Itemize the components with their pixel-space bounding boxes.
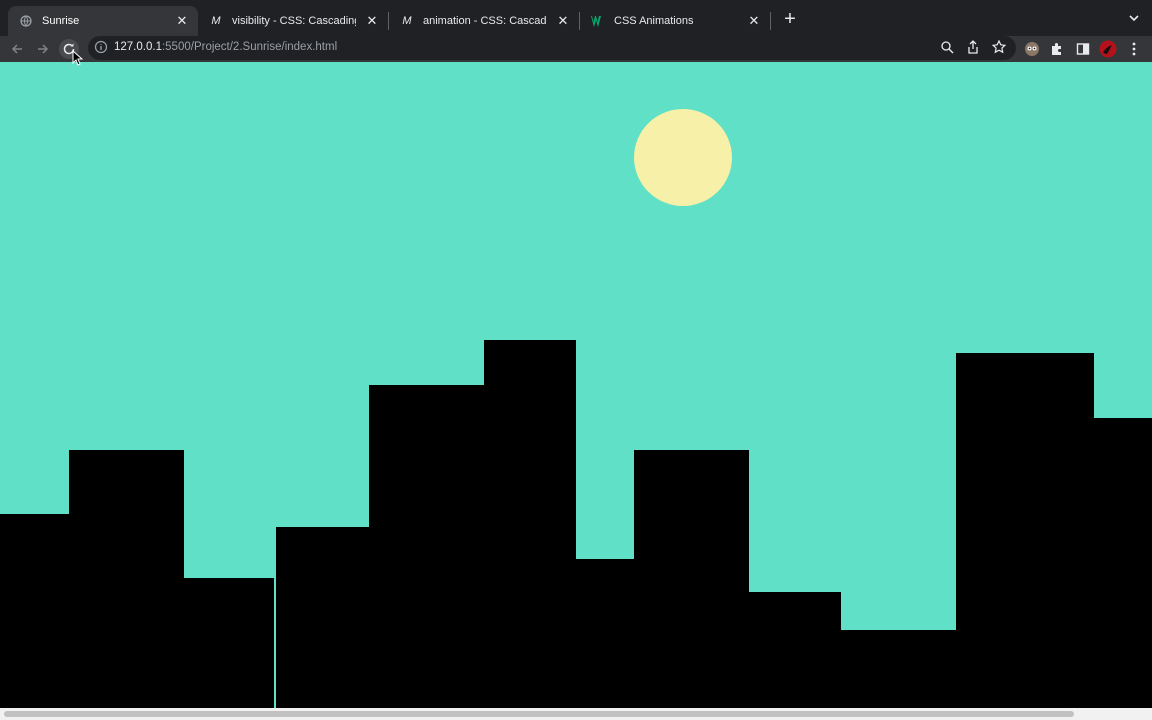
url-host: 127.0.0.1 (114, 41, 162, 53)
back-button[interactable] (7, 39, 27, 59)
tab-css-animations[interactable]: CSS Animations ✕ (580, 6, 770, 36)
extensions-puzzle-icon[interactable] (1048, 40, 1066, 58)
extension-avatar-icon[interactable] (1023, 40, 1041, 58)
building (69, 450, 184, 720)
tab-strip: Sunrise ✕ M visibility - CSS: Cascading … (0, 0, 1152, 36)
tab-title: CSS Animations (614, 15, 694, 27)
building (634, 450, 749, 720)
sun (634, 109, 732, 206)
tab-title: animation - CSS: Cascading Style (423, 15, 547, 27)
tab-divider (770, 12, 771, 30)
building (841, 630, 956, 720)
new-tab-button[interactable]: + (779, 9, 801, 31)
building (576, 559, 634, 720)
tab-sunrise[interactable]: Sunrise ✕ (8, 6, 198, 36)
forward-arrow-icon (38, 44, 49, 54)
close-tab-icon[interactable]: ✕ (746, 13, 762, 29)
back-arrow-icon (11, 44, 22, 54)
building (956, 353, 1094, 720)
building (0, 514, 69, 720)
info-icon[interactable] (94, 40, 110, 56)
globe-icon (18, 13, 34, 29)
url-text[interactable]: 127.0.0.1:5500/Project/2.Sunrise/index.h… (114, 41, 337, 53)
mdn-icon: M (402, 15, 412, 27)
side-panel-icon[interactable] (1074, 40, 1092, 58)
sunrise-scene (0, 62, 1152, 720)
tab-title: Sunrise (42, 15, 80, 27)
mouse-pointer-icon (72, 49, 84, 66)
building (184, 578, 274, 720)
tab-title: visibility - CSS: Cascading Style (232, 15, 356, 27)
tab-visibility[interactable]: M visibility - CSS: Cascading Style ✕ (198, 6, 388, 36)
scrollbar-thumb[interactable] (4, 711, 1074, 717)
browser-menu-icon[interactable] (1125, 40, 1143, 58)
building (484, 340, 576, 720)
address-bar[interactable]: 127.0.0.1:5500/Project/2.Sunrise/index.h… (88, 36, 1016, 60)
mdn-icon: M (211, 15, 221, 27)
building (1094, 418, 1152, 720)
horizontal-scrollbar[interactable] (0, 708, 1152, 720)
profile-avatar-icon[interactable] (1099, 40, 1117, 58)
forward-button[interactable] (33, 39, 53, 59)
close-tab-icon[interactable]: ✕ (364, 13, 380, 29)
tab-animation[interactable]: M animation - CSS: Cascading Style ✕ (389, 6, 579, 36)
tab-search-chevron-icon[interactable] (1126, 10, 1142, 26)
building (276, 527, 369, 720)
close-tab-icon[interactable]: ✕ (555, 13, 571, 29)
bookmark-star-icon[interactable] (991, 39, 1008, 56)
zoom-icon[interactable] (940, 40, 956, 56)
w3schools-icon (590, 13, 606, 29)
building (749, 592, 841, 720)
url-path: :5500/Project/2.Sunrise/index.html (161, 41, 338, 53)
share-icon[interactable] (966, 40, 982, 56)
browser-toolbar: 127.0.0.1:5500/Project/2.Sunrise/index.h… (0, 36, 1152, 62)
close-tab-icon[interactable]: ✕ (174, 13, 190, 29)
building (369, 385, 484, 720)
